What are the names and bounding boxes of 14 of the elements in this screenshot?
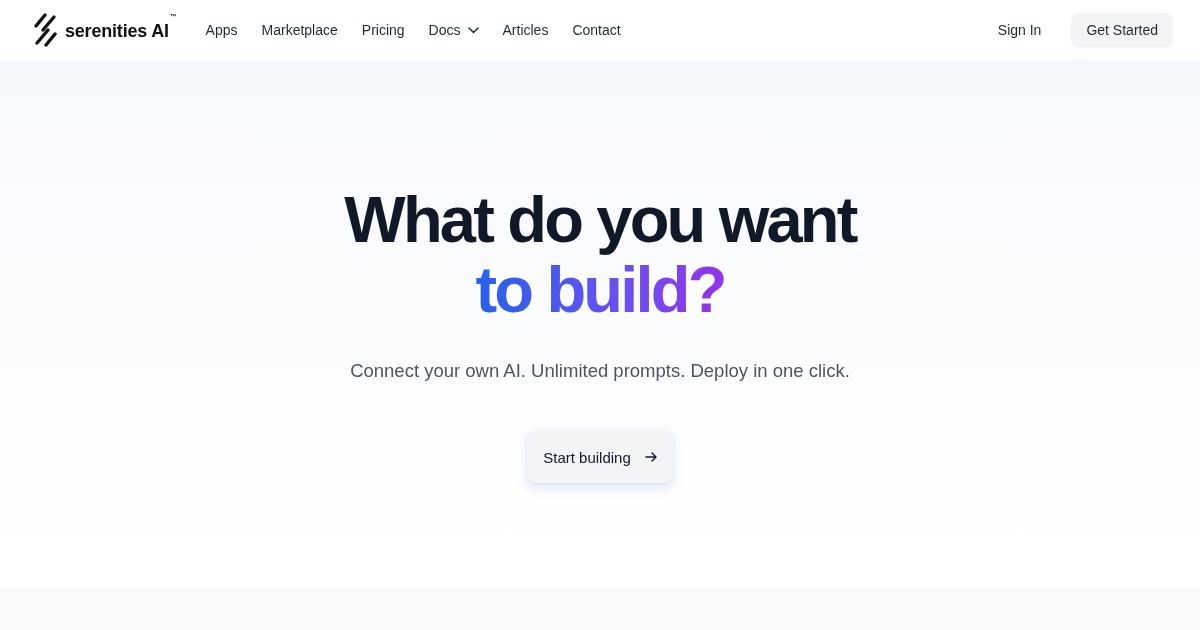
nav-link[interactable]: Apps bbox=[205, 22, 238, 38]
sign-in-link[interactable]: Sign In bbox=[997, 22, 1042, 38]
nav-link[interactable]: Contact bbox=[572, 22, 621, 38]
nav-link[interactable]: Articles bbox=[502, 22, 549, 38]
start-building-button[interactable]: Start building bbox=[527, 431, 673, 483]
nav-link[interactable]: Marketplace bbox=[261, 22, 338, 38]
logo-stripes-icon bbox=[34, 13, 57, 47]
nav-link[interactable]: Pricing bbox=[361, 22, 405, 38]
hero-heading: What do you want bbox=[344, 185, 856, 255]
arrow-right-icon bbox=[644, 452, 657, 462]
nav-dropdown[interactable]: Docs bbox=[428, 22, 479, 38]
hero-subtitle: Connect your own AI. Unlimited prompts. Deploy in one click. bbox=[350, 359, 850, 383]
chevron-down-icon bbox=[467, 26, 479, 34]
get-started-button[interactable]: Get Started bbox=[1071, 13, 1173, 47]
